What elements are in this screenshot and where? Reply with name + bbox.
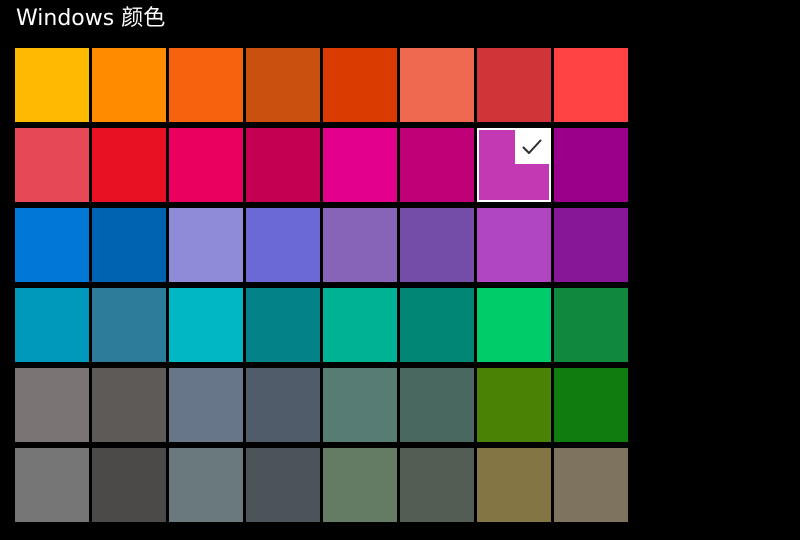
color-swatch[interactable] (400, 448, 474, 522)
color-swatch[interactable] (15, 448, 89, 522)
color-swatch[interactable] (169, 128, 243, 202)
color-swatch[interactable] (15, 368, 89, 442)
color-swatch[interactable] (169, 448, 243, 522)
color-swatch[interactable] (92, 48, 166, 122)
color-swatch[interactable] (169, 48, 243, 122)
color-swatch[interactable] (400, 48, 474, 122)
color-swatch[interactable] (477, 448, 551, 522)
color-swatch[interactable] (92, 208, 166, 282)
color-swatch[interactable] (92, 368, 166, 442)
color-swatch[interactable] (246, 208, 320, 282)
color-swatch[interactable] (15, 288, 89, 362)
color-swatch[interactable] (92, 448, 166, 522)
color-swatch[interactable] (554, 48, 628, 122)
color-swatch[interactable] (323, 48, 397, 122)
color-swatch[interactable] (15, 208, 89, 282)
color-swatch[interactable] (400, 368, 474, 442)
color-swatch[interactable] (554, 448, 628, 522)
windows-color-palette (15, 48, 628, 522)
color-swatch[interactable] (554, 368, 628, 442)
color-swatch[interactable] (400, 128, 474, 202)
color-swatch[interactable] (15, 128, 89, 202)
color-swatch[interactable] (246, 448, 320, 522)
section-title: Windows 颜色 (16, 6, 166, 31)
color-swatch[interactable] (477, 368, 551, 442)
color-swatch[interactable] (323, 288, 397, 362)
color-swatch[interactable] (246, 368, 320, 442)
color-swatch[interactable] (477, 48, 551, 122)
color-swatch[interactable] (246, 128, 320, 202)
color-swatch[interactable] (323, 368, 397, 442)
color-swatch[interactable] (400, 208, 474, 282)
color-swatch[interactable] (554, 288, 628, 362)
color-swatch[interactable] (554, 128, 628, 202)
color-swatch[interactable] (400, 288, 474, 362)
color-swatch[interactable] (323, 208, 397, 282)
color-swatch[interactable] (169, 288, 243, 362)
color-swatch[interactable] (477, 208, 551, 282)
color-swatch[interactable] (246, 48, 320, 122)
color-swatch[interactable] (554, 208, 628, 282)
color-swatch[interactable] (92, 288, 166, 362)
color-swatch[interactable] (246, 288, 320, 362)
color-swatch[interactable] (323, 448, 397, 522)
color-swatch[interactable] (477, 288, 551, 362)
color-swatch[interactable] (323, 128, 397, 202)
selected-check-badge (515, 130, 549, 164)
color-swatch[interactable] (15, 48, 89, 122)
color-swatch[interactable] (477, 128, 551, 202)
color-swatch[interactable] (92, 128, 166, 202)
color-swatch[interactable] (169, 368, 243, 442)
checkmark-icon (522, 139, 542, 154)
color-swatch[interactable] (169, 208, 243, 282)
